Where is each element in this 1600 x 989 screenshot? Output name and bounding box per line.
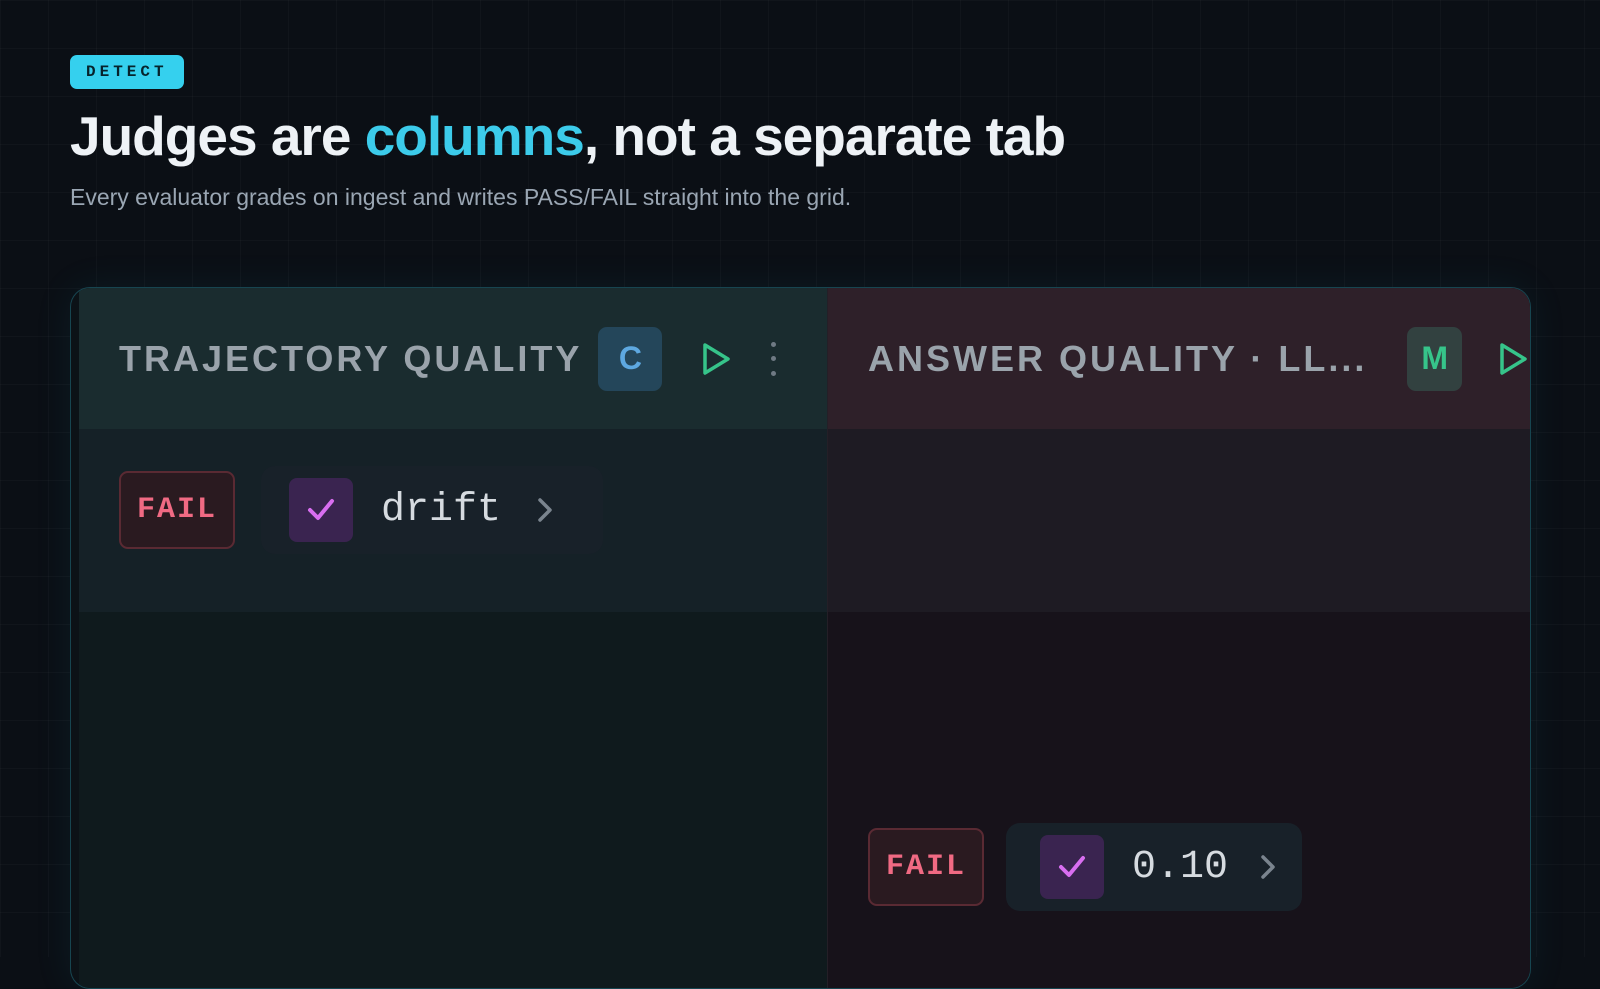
- table-row[interactable]: [828, 429, 1530, 612]
- check-icon: [1059, 856, 1085, 877]
- checkbox[interactable]: [1040, 835, 1104, 899]
- play-icon: [1500, 342, 1527, 375]
- evaluator-type-chip: C: [598, 326, 663, 391]
- table-row[interactable]: FAIL drift: [79, 429, 827, 612]
- title-part-2: , not a separate tab: [583, 105, 1066, 167]
- title-accent: columns: [364, 105, 585, 167]
- page-title: Judges are columns, not a separate tab: [70, 104, 1066, 168]
- result-chip[interactable]: drift: [261, 466, 603, 554]
- check-icon: [308, 499, 334, 520]
- column-title: TRAJECTORY QUALITY: [119, 337, 583, 379]
- status-badge: FAIL: [868, 828, 984, 906]
- column-title: ANSWER QUALITY · LL...: [868, 337, 1368, 379]
- page-subtitle: Every evaluator grades on ingest and wri…: [70, 184, 852, 210]
- column-menu-button[interactable]: [768, 341, 778, 376]
- more-vertical-icon: [770, 356, 776, 361]
- run-evaluator-button[interactable]: [698, 340, 734, 378]
- expand-button[interactable]: [1258, 851, 1280, 883]
- status-badge: FAIL: [119, 471, 235, 549]
- play-icon: [703, 342, 731, 375]
- column-answer-quality: ANSWER QUALITY · LL... M FAIL 0.10: [827, 288, 1530, 988]
- result-chip[interactable]: 0.10: [1006, 823, 1302, 911]
- grid-panel: TRAJECTORY QUALITY C FAIL drift ANSWER Q…: [70, 287, 1531, 989]
- chevron-right-icon: [1261, 855, 1275, 879]
- section-badge: DETECT: [70, 55, 184, 89]
- run-evaluator-button[interactable]: [1496, 340, 1530, 378]
- expand-button[interactable]: [535, 494, 557, 526]
- title-part-1: Judges are: [70, 105, 365, 167]
- more-vertical-icon: [770, 370, 776, 376]
- more-vertical-icon: [770, 341, 776, 347]
- checkbox[interactable]: [289, 478, 353, 542]
- result-value: 0.10: [1132, 844, 1229, 890]
- column-header[interactable]: TRAJECTORY QUALITY C: [79, 288, 827, 429]
- evaluator-type-chip: M: [1407, 326, 1462, 391]
- column-trajectory-quality: TRAJECTORY QUALITY C FAIL drift: [79, 288, 827, 988]
- result-value: drift: [381, 487, 502, 533]
- column-header[interactable]: ANSWER QUALITY · LL... M: [828, 288, 1530, 429]
- chevron-right-icon: [538, 498, 552, 522]
